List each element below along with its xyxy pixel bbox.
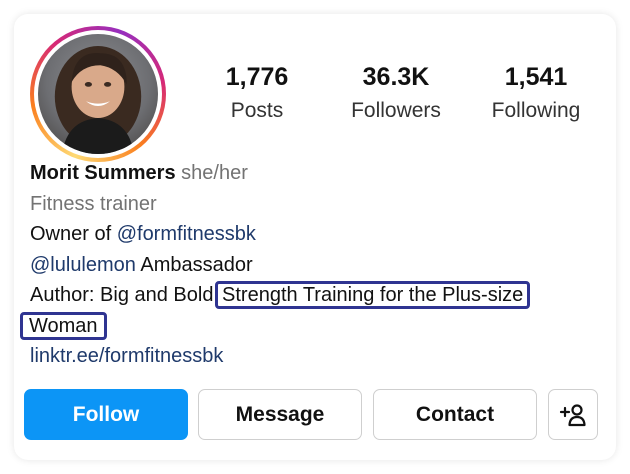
website-link[interactable]: linktr.ee/formfitnessbk	[30, 345, 223, 367]
followers-label: Followers	[351, 99, 441, 122]
profile-category: Fitness trainer	[30, 192, 157, 215]
bio-line-1: Owner of @formfitnessbk	[30, 219, 530, 250]
bio-author-text: Author: Big and Bold:	[30, 284, 220, 306]
suggested-users-button[interactable]	[548, 389, 598, 440]
bio-line-5: linktr.ee/formfitnessbk	[30, 341, 530, 372]
stat-posts[interactable]: 1,776 Posts	[202, 62, 312, 126]
message-button[interactable]: Message	[198, 389, 362, 440]
posts-label: Posts	[230, 99, 284, 122]
follow-button[interactable]: Follow	[24, 389, 188, 440]
profile-pronouns: she/her	[181, 162, 248, 184]
bio-ambassador-text: Ambassador	[135, 253, 253, 276]
bio-owner-text: Owner of	[30, 223, 117, 245]
story-ring[interactable]	[30, 26, 166, 162]
profile-name: Morit Summers	[30, 162, 176, 184]
lululemon-mention[interactable]: @lululemon	[30, 254, 136, 276]
followers-count: 36.3K	[362, 63, 430, 91]
following-label: Following	[491, 99, 581, 122]
contact-button[interactable]: Contact	[373, 389, 537, 440]
posts-count: 1,776	[225, 63, 289, 91]
stat-following[interactable]: 1,541 Following	[476, 62, 596, 126]
following-count: 1,541	[504, 63, 568, 91]
bio-line-2: @lululemon Ambassador	[30, 250, 530, 281]
bio-line-4: Woman	[20, 311, 530, 342]
book-title-highlight-continued: Woman	[20, 311, 107, 340]
profile-avatar[interactable]	[38, 34, 158, 154]
avatar-portrait-icon	[54, 46, 142, 154]
name-line: Morit Summers she/her	[30, 158, 530, 189]
bio-line-3: Author: Big and Bold: Strength Training f…	[30, 280, 531, 311]
formfitnessbk-mention[interactable]: @formfitnessbk	[117, 223, 256, 245]
add-user-icon	[559, 403, 586, 426]
book-title-highlight: Strength Training for the Plus-size	[215, 281, 531, 309]
stat-followers[interactable]: 36.3K Followers	[336, 62, 456, 126]
profile-bio: Morit Summers she/her Fitness trainer Ow…	[20, 158, 531, 372]
